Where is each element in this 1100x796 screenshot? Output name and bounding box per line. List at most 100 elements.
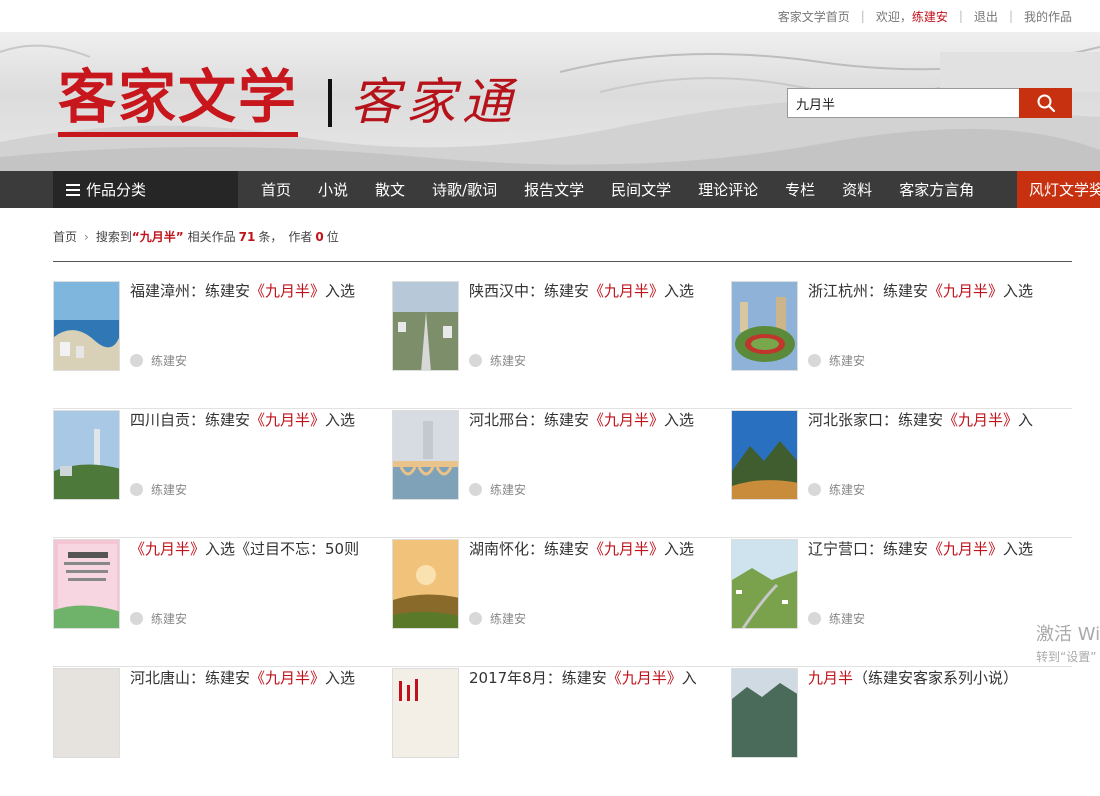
- result-thumbnail[interactable]: [53, 410, 120, 500]
- title-suffix: 入选: [664, 411, 695, 429]
- title-prefix: 四川自贡：练建安: [130, 411, 251, 429]
- username-link[interactable]: 练建安: [912, 8, 948, 25]
- result-thumbnail[interactable]: [53, 668, 120, 758]
- nav-item[interactable]: 小说: [305, 179, 362, 200]
- author-name: 练建安: [829, 354, 866, 368]
- result-title-link[interactable]: 河北张家口：练建安《九月半》入: [808, 409, 1048, 431]
- title-prefix: 福建漳州：练建安: [130, 282, 251, 300]
- result-author[interactable]: 练建安: [130, 610, 187, 627]
- author-name: 练建安: [829, 483, 866, 497]
- result-thumbnail[interactable]: [731, 539, 798, 629]
- result-thumbnail[interactable]: [392, 668, 459, 758]
- title-keyword-highlight: 《九月半》: [250, 411, 326, 429]
- authors-count: 0: [315, 229, 324, 244]
- result-title-link[interactable]: 河北邢台：练建安《九月半》入选: [469, 409, 709, 431]
- result-card[interactable]: 《九月半》入选《过目不忘：50则练建安: [53, 538, 373, 648]
- result-title-link[interactable]: 《九月半》入选《过目不忘：50则: [130, 538, 370, 560]
- results-divider: [53, 261, 1072, 262]
- result-title-link[interactable]: 河北唐山：练建安《九月半》入选: [130, 667, 370, 689]
- nav-item[interactable]: 报告文学: [511, 179, 598, 200]
- result-thumbnail[interactable]: [731, 281, 798, 371]
- breadcrumb-home-link[interactable]: 首页: [53, 228, 77, 245]
- result-card[interactable]: 九月半（练建安客家系列小说）: [731, 667, 1051, 777]
- nav-item[interactable]: 理论评论: [685, 179, 772, 200]
- result-card[interactable]: 河北邢台：练建安《九月半》入选练建安: [392, 409, 712, 519]
- results-row: 河北唐山：练建安《九月半》入选 2017年8月：练建安《九月半》入 九月半（练建安客…: [53, 667, 1072, 796]
- avatar-icon: [469, 612, 482, 625]
- result-thumbnail[interactable]: [731, 410, 798, 500]
- result-title-link[interactable]: 浙江杭州：练建安《九月半》入选: [808, 280, 1048, 302]
- authors-unit: 位: [326, 230, 339, 244]
- result-card[interactable]: 浙江杭州：练建安《九月半》入选练建安: [731, 280, 1051, 390]
- result-author[interactable]: 练建安: [808, 610, 865, 627]
- result-thumbnail[interactable]: [392, 410, 459, 500]
- result-thumbnail[interactable]: [53, 281, 120, 371]
- result-author[interactable]: 练建安: [808, 352, 865, 369]
- result-title-link[interactable]: 福建漳州：练建安《九月半》入选: [130, 280, 370, 302]
- result-title-link[interactable]: 湖南怀化：练建安《九月半》入选: [469, 538, 709, 560]
- hamburger-icon: [66, 183, 80, 196]
- result-author[interactable]: 练建安: [130, 481, 187, 498]
- header-banner: 客家文学 客家通: [0, 32, 1100, 171]
- site-logo-text[interactable]: 客家文学: [58, 62, 298, 132]
- nav-item-fengdeng-award[interactable]: 风灯文学奖: [1017, 171, 1100, 208]
- avatar-icon: [130, 354, 143, 367]
- result-card[interactable]: 2017年8月：练建安《九月半》入: [392, 667, 712, 777]
- result-title-link[interactable]: 2017年8月：练建安《九月半》入: [469, 667, 709, 689]
- nav-item[interactable]: 客家方言角: [886, 179, 988, 200]
- result-title-link[interactable]: 陕西汉中：练建安《九月半》入选: [469, 280, 709, 302]
- result-card[interactable]: 河北张家口：练建安《九月半》入练建安: [731, 409, 1051, 519]
- category-label: 作品分类: [86, 181, 147, 199]
- title-suffix: 入选: [325, 669, 356, 687]
- nav-item[interactable]: 专栏: [772, 179, 829, 200]
- result-thumbnail[interactable]: [53, 539, 120, 629]
- separator: |: [860, 9, 865, 23]
- result-author[interactable]: 练建安: [808, 481, 865, 498]
- nav-item[interactable]: 民间文学: [598, 179, 685, 200]
- result-card[interactable]: 四川自贡：练建安《九月半》入选练建安: [53, 409, 373, 519]
- result-author[interactable]: 练建安: [469, 481, 526, 498]
- logout-link[interactable]: 退出: [974, 8, 998, 25]
- my-works-link[interactable]: 我的作品: [1024, 8, 1072, 25]
- result-card[interactable]: 陕西汉中：练建安《九月半》入选练建安: [392, 280, 712, 390]
- search-result-label: 搜索到: [95, 230, 132, 244]
- search-input[interactable]: [787, 88, 1019, 118]
- title-suffix: 入: [1018, 411, 1034, 429]
- hakka-literature-home-link[interactable]: 客家文学首页: [778, 8, 850, 25]
- author-name: 练建安: [829, 612, 866, 626]
- separator: |: [958, 9, 963, 23]
- result-author[interactable]: 练建安: [469, 352, 526, 369]
- result-thumbnail[interactable]: [392, 539, 459, 629]
- welcome-text: 欢迎，: [875, 9, 912, 24]
- nav-item[interactable]: 散文: [362, 179, 419, 200]
- watermark-line1: 激活 Wi: [1036, 624, 1100, 645]
- title-suffix: 入选《过目不忘：50则: [205, 540, 360, 558]
- title-prefix: 湖南怀化：练建安: [469, 540, 590, 558]
- windows-activation-watermark: 激活 Wi 转到“设置”: [1036, 620, 1100, 665]
- works-unit: 条，: [258, 230, 283, 244]
- result-title-link[interactable]: 九月半（练建安客家系列小说）: [808, 667, 1048, 689]
- result-card[interactable]: 湖南怀化：练建安《九月半》入选练建安: [392, 538, 712, 648]
- nav-item[interactable]: 资料: [829, 179, 886, 200]
- result-thumbnail[interactable]: [392, 281, 459, 371]
- result-title-link[interactable]: 四川自贡：练建安《九月半》入选: [130, 409, 370, 431]
- search-button[interactable]: [1019, 88, 1072, 118]
- title-keyword-highlight: 九月半: [808, 669, 854, 687]
- breadcrumb: 首页 › 搜索到 “九月半” 相关作品 71 条， 作者 0 位: [53, 228, 339, 245]
- result-author[interactable]: 练建安: [130, 352, 187, 369]
- author-name: 练建安: [151, 612, 188, 626]
- result-thumbnail[interactable]: [731, 668, 798, 758]
- title-prefix: 浙江杭州：练建安: [808, 282, 929, 300]
- nav-item[interactable]: 诗歌/歌词: [419, 179, 511, 200]
- result-card[interactable]: 辽宁营口：练建安《九月半》入选练建安: [731, 538, 1051, 648]
- result-author[interactable]: 练建安: [469, 610, 526, 627]
- result-card[interactable]: 福建漳州：练建安《九月半》入选练建安: [53, 280, 373, 390]
- search-keyword: “九月半”: [131, 230, 184, 244]
- result-title-link[interactable]: 辽宁营口：练建安《九月半》入选: [808, 538, 1048, 560]
- title-keyword-highlight: 《九月半》: [589, 411, 665, 429]
- avatar-icon: [808, 612, 821, 625]
- result-card[interactable]: 河北唐山：练建安《九月半》入选: [53, 667, 373, 777]
- main-nav: 作品分类 首页 小说 散文 诗歌/歌词 报告文学 民间文学 理论评论 专栏 资料 客家方言角 风灯…: [0, 171, 1100, 208]
- nav-item[interactable]: 首页: [238, 179, 305, 200]
- category-menu-button[interactable]: 作品分类: [53, 171, 238, 208]
